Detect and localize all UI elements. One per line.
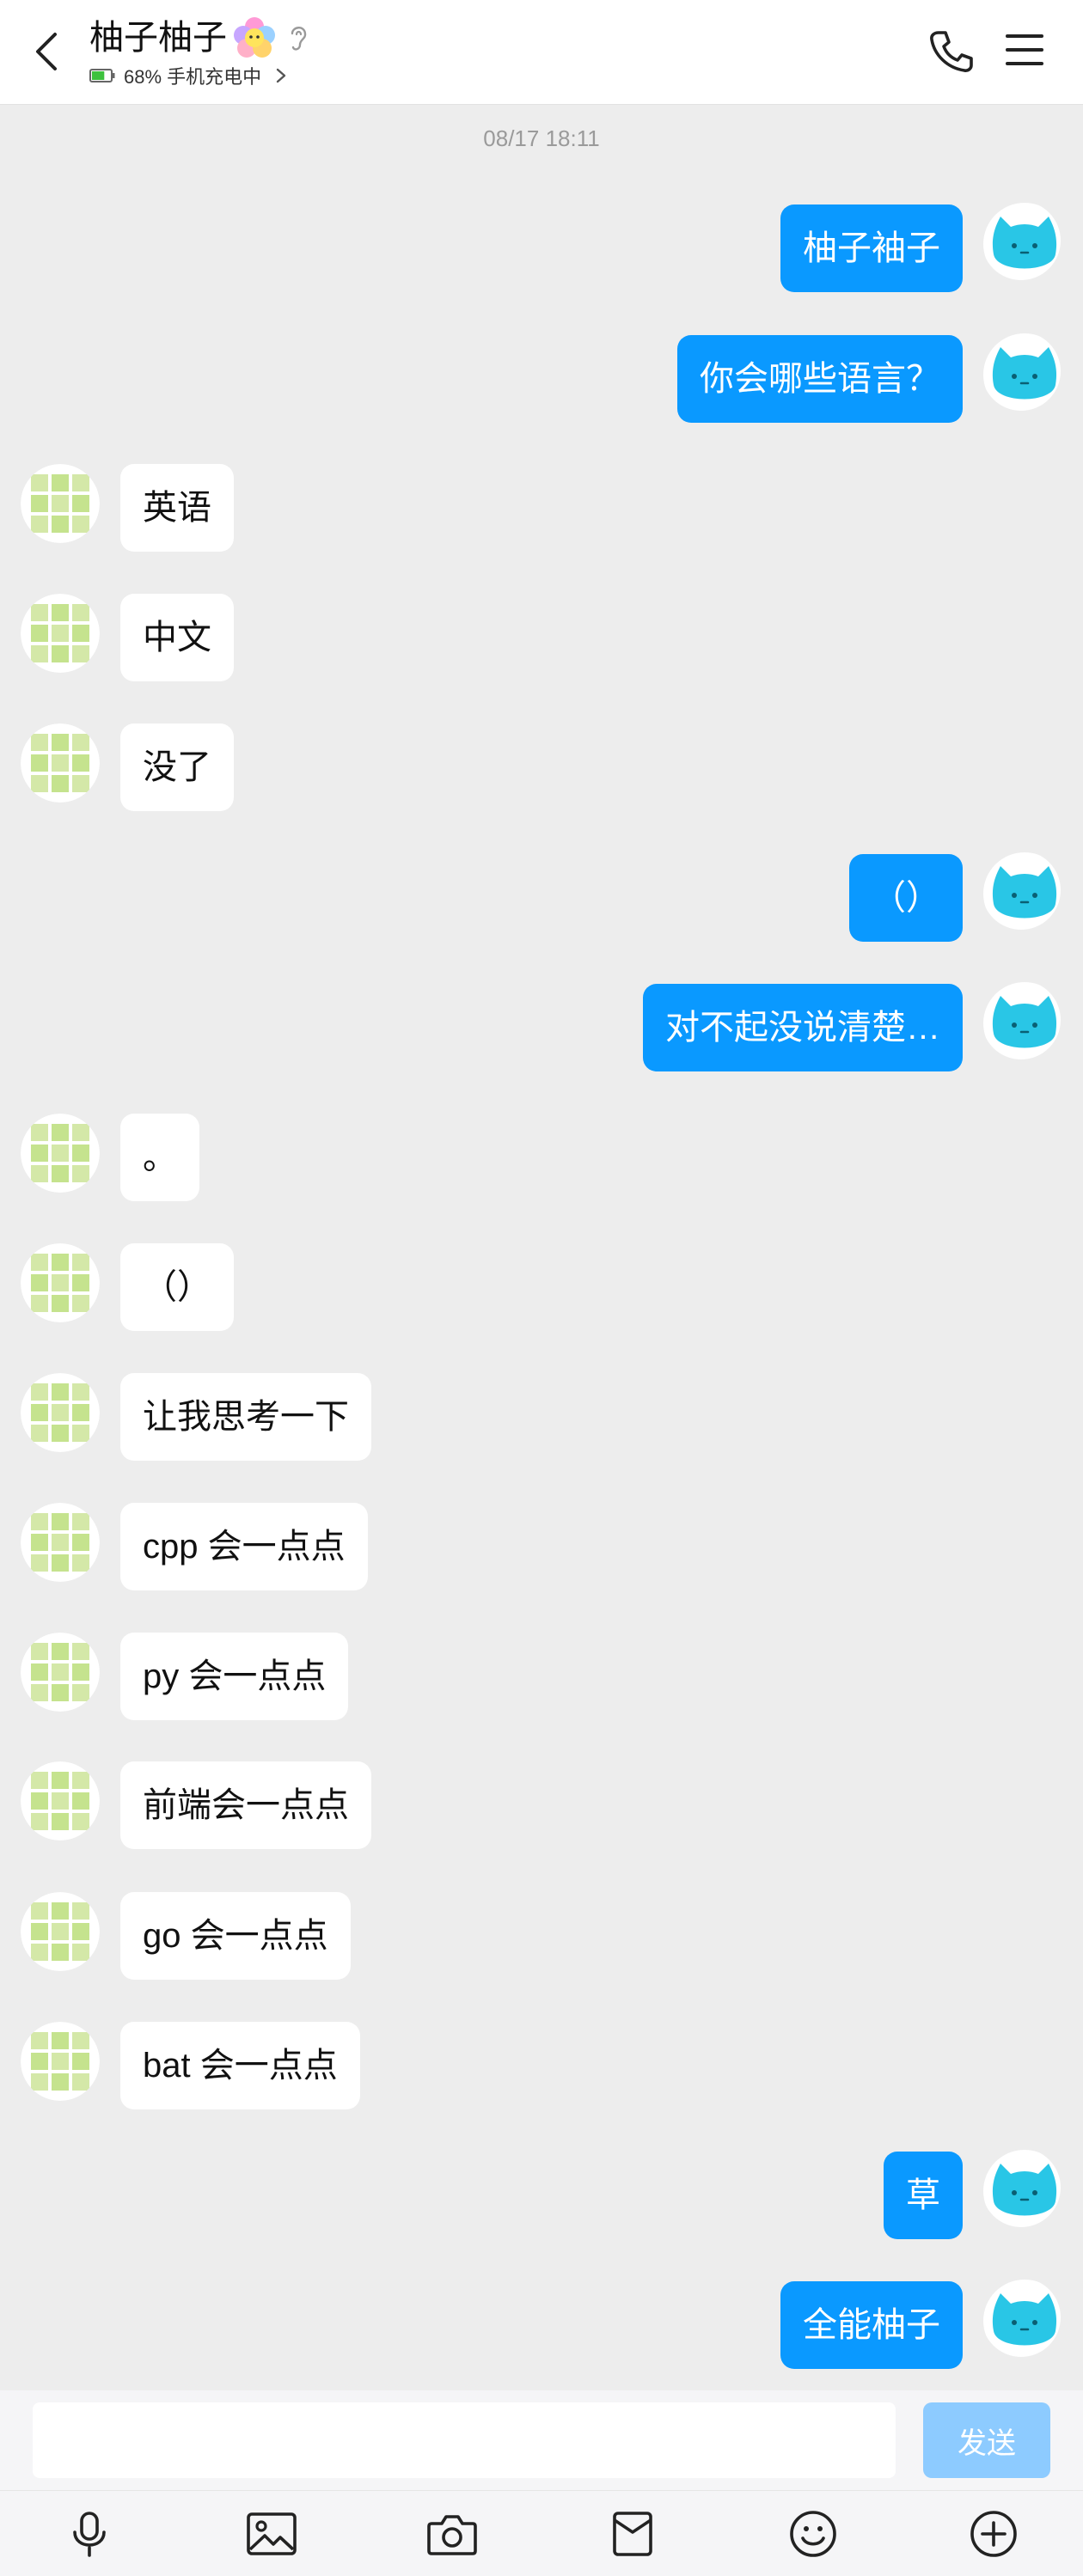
- avatar[interactable]: [21, 723, 100, 803]
- message-bubble[interactable]: 让我思考一下: [120, 1373, 371, 1461]
- phone-icon: [930, 31, 973, 72]
- battery-icon: [89, 69, 115, 82]
- avatar[interactable]: [982, 2278, 1061, 2357]
- more-menu-button[interactable]: [1004, 29, 1045, 70]
- outgoing-message: 全能柚子: [0, 2278, 1083, 2371]
- incoming-message: 中文: [0, 594, 1083, 683]
- message-bubble[interactable]: 中文: [120, 594, 234, 681]
- back-button[interactable]: [26, 24, 67, 79]
- avatar[interactable]: [21, 1761, 100, 1840]
- photo-album-button[interactable]: [246, 2508, 297, 2560]
- avatar[interactable]: [982, 851, 1061, 930]
- avatar[interactable]: [21, 1114, 100, 1193]
- message-bubble[interactable]: go 会一点点: [120, 1892, 351, 1980]
- message-bubble[interactable]: （）: [849, 854, 963, 942]
- message-bubble[interactable]: 全能柚子: [780, 2281, 963, 2369]
- plus-icon: [970, 2511, 1017, 2557]
- incoming-message: 前端会一点点: [0, 1761, 1083, 1851]
- message-bubble[interactable]: 对不起没说清楚…: [643, 984, 963, 1071]
- cat-avatar-icon: [983, 2150, 1061, 2227]
- contact-name: 柚子柚子: [89, 19, 227, 57]
- cat-avatar-icon: [983, 852, 1061, 930]
- message-bubble[interactable]: （）: [120, 1243, 234, 1331]
- voice-call-button[interactable]: [927, 27, 975, 76]
- outgoing-message: 你会哪些语言？: [0, 332, 1083, 424]
- incoming-message: 。: [0, 1114, 1083, 1203]
- incoming-message: go 会一点点: [0, 1892, 1083, 1981]
- avatar[interactable]: [21, 1633, 100, 1712]
- incoming-message: cpp 会一点点: [0, 1503, 1083, 1592]
- message-bubble[interactable]: cpp 会一点点: [120, 1503, 368, 1590]
- message-input[interactable]: [33, 2402, 896, 2478]
- contact-avatar-icon: [21, 464, 100, 543]
- message-timestamp: 08/17 18:11: [483, 125, 600, 151]
- contact-avatar-icon: [21, 1373, 100, 1452]
- image-icon: [247, 2512, 297, 2555]
- cat-avatar-icon: [983, 2280, 1061, 2357]
- chevron-right-icon: [276, 68, 286, 83]
- avatar[interactable]: [21, 2022, 100, 2101]
- ear-icon: [291, 27, 307, 51]
- red-packet-icon: [613, 2512, 652, 2556]
- message-bubble[interactable]: 柚子袖子: [780, 204, 963, 292]
- avatar[interactable]: [21, 1503, 100, 1582]
- avatar[interactable]: [982, 980, 1061, 1059]
- incoming-message: py 会一点点: [0, 1633, 1083, 1722]
- microphone-icon: [73, 2512, 106, 2557]
- incoming-message: 没了: [0, 723, 1083, 813]
- cat-avatar-icon: [983, 333, 1061, 411]
- message-bubble[interactable]: 前端会一点点: [120, 1761, 371, 1849]
- avatar[interactable]: [21, 1373, 100, 1452]
- message-bubble[interactable]: bat 会一点点: [120, 2022, 360, 2109]
- message-bubble[interactable]: py 会一点点: [120, 1633, 349, 1720]
- contact-avatar-icon: [21, 1892, 100, 1971]
- incoming-message: 让我思考一下: [0, 1373, 1083, 1462]
- outgoing-message: 草: [0, 2150, 1083, 2241]
- avatar[interactable]: [982, 332, 1061, 411]
- message-bubble[interactable]: 草: [884, 2152, 963, 2239]
- input-toolbar: [0, 2490, 1083, 2576]
- contact-avatar-icon: [21, 594, 100, 673]
- menu-icon: [1006, 34, 1043, 65]
- contact-avatar-icon: [21, 723, 100, 803]
- message-bubble[interactable]: 你会哪些语言？: [677, 335, 963, 423]
- chat-title-area[interactable]: 柚子柚子 68% 手机充电中: [89, 15, 311, 89]
- incoming-message: （）: [0, 1243, 1083, 1333]
- avatar[interactable]: [21, 594, 100, 673]
- more-actions-button[interactable]: [968, 2508, 1019, 2560]
- phone-charging-status: 68% 手机充电中: [124, 66, 262, 88]
- back-icon: [36, 33, 57, 70]
- message-bubble[interactable]: 英语: [120, 464, 234, 552]
- emoji-icon: [790, 2511, 836, 2557]
- avatar[interactable]: [982, 201, 1061, 280]
- avatar[interactable]: [21, 1243, 100, 1322]
- emoji-button[interactable]: [787, 2508, 839, 2560]
- voice-input-button[interactable]: [64, 2508, 115, 2560]
- contact-avatar-icon: [21, 1633, 100, 1712]
- incoming-message: 英语: [0, 464, 1083, 553]
- camera-icon: [427, 2515, 477, 2555]
- outgoing-message: 对不起没说清楚…: [0, 982, 1083, 1073]
- outgoing-message: （）: [0, 851, 1083, 943]
- cat-avatar-icon: [983, 982, 1061, 1059]
- camera-button[interactable]: [426, 2508, 478, 2560]
- contact-avatar-icon: [21, 1243, 100, 1322]
- flower-badge-icon: [234, 17, 275, 58]
- contact-avatar-icon: [21, 1503, 100, 1582]
- avatar[interactable]: [21, 464, 100, 543]
- contact-avatar-icon: [21, 1114, 100, 1193]
- message-bubble[interactable]: 。: [120, 1114, 199, 1201]
- chat-header: 柚子柚子 68% 手机充电中: [0, 0, 1083, 105]
- avatar[interactable]: [21, 1892, 100, 1971]
- message-input-bar: 发送: [0, 2390, 1083, 2490]
- contact-avatar-icon: [21, 1761, 100, 1840]
- avatar[interactable]: [982, 2148, 1061, 2227]
- red-packet-button[interactable]: [607, 2508, 658, 2560]
- contact-avatar-icon: [21, 2022, 100, 2101]
- cat-avatar-icon: [983, 203, 1061, 280]
- outgoing-message: 柚子袖子: [0, 201, 1083, 294]
- send-button[interactable]: 发送: [923, 2402, 1050, 2478]
- incoming-message: bat 会一点点: [0, 2022, 1083, 2111]
- message-bubble[interactable]: 没了: [120, 723, 234, 811]
